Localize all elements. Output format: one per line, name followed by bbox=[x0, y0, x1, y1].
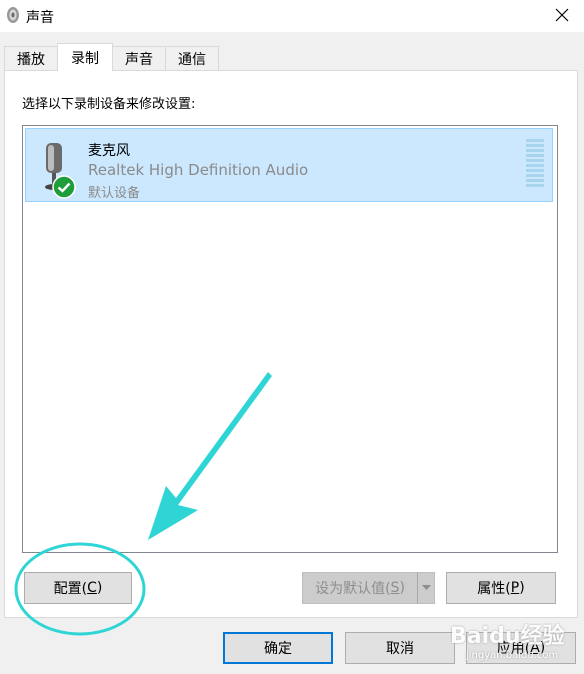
speaker-icon bbox=[7, 7, 19, 23]
chevron-down-icon bbox=[421, 585, 431, 590]
button-label: 属性( bbox=[477, 581, 511, 597]
watermark-url: jingyan.baidu.com bbox=[466, 650, 559, 661]
watermark-logo: Baidu经验 bbox=[450, 624, 565, 649]
tab-label: 录制 bbox=[71, 50, 99, 67]
level-meter bbox=[526, 139, 544, 191]
button-label-end: ) bbox=[399, 580, 405, 596]
device-item-microphone[interactable]: 麦克风 Realtek High Definition Audio 默认设备 bbox=[25, 128, 553, 202]
access-key: C bbox=[87, 580, 97, 596]
tab-playback[interactable]: 播放 bbox=[4, 46, 58, 70]
button-label-end: ) bbox=[519, 580, 525, 596]
title-bar: 声音 bbox=[0, 0, 584, 32]
set-default-button[interactable]: 设为默认值(S) bbox=[302, 572, 418, 604]
button-label: 确定 bbox=[264, 641, 292, 657]
configure-button[interactable]: 配置(C) bbox=[24, 572, 132, 604]
check-icon bbox=[52, 175, 76, 199]
tab-label: 播放 bbox=[17, 51, 45, 68]
tab-recording[interactable]: 录制 bbox=[57, 43, 113, 71]
instruction-text: 选择以下录制设备来修改设置: bbox=[22, 97, 196, 112]
button-label: 配置( bbox=[53, 581, 88, 597]
tab-communications[interactable]: 通信 bbox=[165, 46, 219, 70]
button-label: 取消 bbox=[386, 641, 414, 657]
tab-sounds[interactable]: 声音 bbox=[112, 46, 166, 70]
button-label: 设为默认值( bbox=[315, 581, 391, 597]
button-label-end: ) bbox=[96, 580, 103, 596]
ok-button[interactable]: 确定 bbox=[223, 632, 333, 664]
tab-label: 声音 bbox=[125, 51, 153, 68]
close-icon bbox=[555, 8, 569, 22]
tab-label: 通信 bbox=[178, 51, 206, 68]
window-title: 声音 bbox=[26, 10, 54, 26]
cancel-button[interactable]: 取消 bbox=[345, 632, 455, 664]
device-list[interactable]: 麦克风 Realtek High Definition Audio 默认设备 bbox=[22, 125, 558, 553]
access-key: P bbox=[510, 580, 520, 596]
device-driver: Realtek High Definition Audio bbox=[88, 161, 309, 179]
close-button[interactable] bbox=[540, 0, 584, 30]
device-name: 麦克风 bbox=[88, 143, 130, 159]
device-status: 默认设备 bbox=[88, 186, 141, 201]
access-key: S bbox=[390, 580, 400, 596]
set-default-dropdown[interactable] bbox=[417, 572, 435, 604]
properties-button[interactable]: 属性(P) bbox=[446, 572, 556, 604]
